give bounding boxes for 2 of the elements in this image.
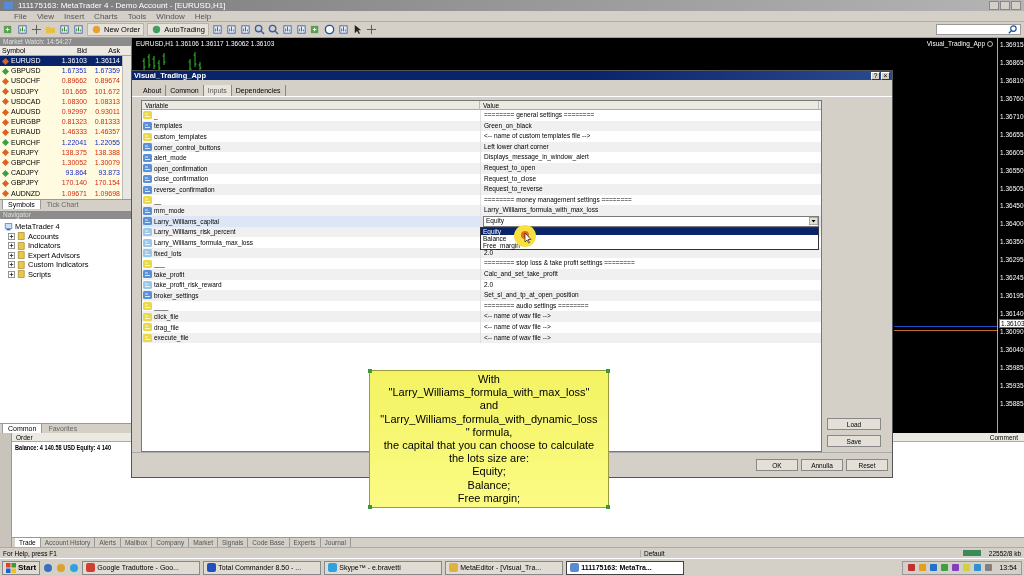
window-title: 111175163: MetaTrader 4 - Demo Account - [EURUSD,H1] [18, 1, 226, 10]
callout-text: With "Larry_Williams_formula_with_max_loss" and "Larry_Williams_formula_with_dynamic_loss " formula, the capital that you can choose to calculate the lots size are: Equity; Balance; Free margin; [380, 373, 598, 505]
